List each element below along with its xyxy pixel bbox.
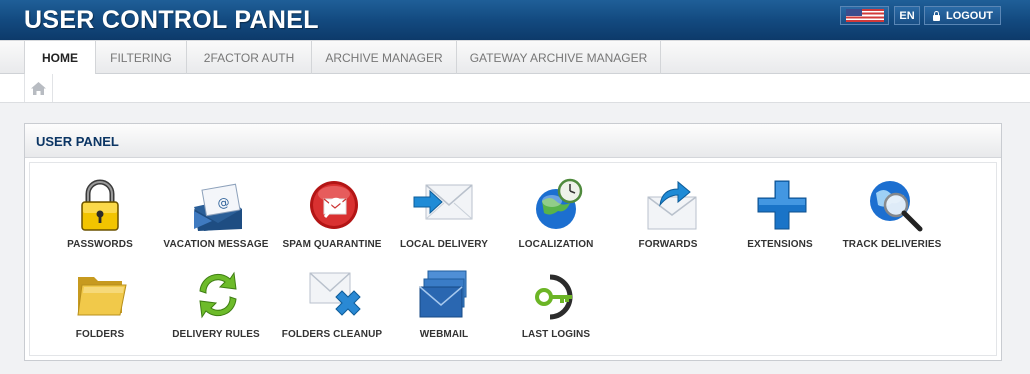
item-label: PASSWORDS xyxy=(67,239,133,250)
padlock-icon xyxy=(81,179,119,231)
panel-body: PASSWORDS @ VACATION MESSAGE SPAM QUARAN… xyxy=(29,162,997,356)
app-title: USER CONTROL PANEL xyxy=(24,6,319,34)
item-local-delivery[interactable]: LOCAL DELIVERY xyxy=(384,177,504,257)
main-tabs: HOME FILTERING 2FACTOR AUTH ARCHIVE MANA… xyxy=(0,40,1030,75)
item-delivery-rules[interactable]: DELIVERY RULES xyxy=(156,267,276,347)
recycle-arrows-icon xyxy=(199,271,237,319)
breadcrumb-home[interactable] xyxy=(24,74,53,102)
item-last-logins[interactable]: LAST LOGINS xyxy=(496,267,616,347)
home-icon xyxy=(31,81,46,95)
item-label: LOCAL DELIVERY xyxy=(399,239,489,250)
item-passwords[interactable]: PASSWORDS xyxy=(40,177,160,257)
item-label: SPAM QUARANTINE xyxy=(282,239,382,250)
logout-button[interactable]: LOGOUT xyxy=(924,6,1001,25)
panel-header: USER PANEL xyxy=(25,124,1001,158)
item-extensions[interactable]: EXTENSIONS xyxy=(720,177,840,257)
webmail-icon xyxy=(419,270,467,318)
item-label: WEBMAIL xyxy=(419,329,469,340)
item-label: FOLDERS CLEANUP xyxy=(281,329,383,340)
item-localization[interactable]: LOCALIZATION xyxy=(496,177,616,257)
tab-2factor-auth[interactable]: 2FACTOR AUTH xyxy=(187,41,312,74)
language-button[interactable]: EN xyxy=(894,6,920,25)
item-folders-cleanup[interactable]: FOLDERS CLEANUP xyxy=(272,267,392,347)
item-label: TRACK DELIVERIES xyxy=(842,239,942,250)
item-folders[interactable]: FOLDERS xyxy=(40,267,160,347)
local-delivery-icon xyxy=(413,184,473,220)
tab-home[interactable]: HOME xyxy=(24,41,96,75)
item-vacation-message[interactable]: @ VACATION MESSAGE xyxy=(156,177,276,257)
app-header: USER CONTROL PANEL EN LOGOUT xyxy=(0,0,1030,40)
item-track-deliveries[interactable]: TRACK DELIVERIES xyxy=(832,177,952,257)
item-label: LOCALIZATION xyxy=(518,239,594,250)
breadcrumb xyxy=(0,74,1030,103)
item-label: FOLDERS xyxy=(75,329,125,340)
item-label: EXTENSIONS xyxy=(747,239,813,250)
language-flag-button[interactable] xyxy=(840,6,889,25)
user-panel: USER PANEL PASSWORDS @ VACATION MESSAGE … xyxy=(24,123,1002,361)
item-webmail[interactable]: WEBMAIL xyxy=(384,267,504,347)
tab-filtering[interactable]: FILTERING xyxy=(96,41,187,74)
item-label: DELIVERY RULES xyxy=(172,329,260,340)
forward-mail-icon xyxy=(647,180,697,230)
spam-quarantine-icon xyxy=(310,181,358,229)
tab-gateway-archive-manager[interactable]: GATEWAY ARCHIVE MANAGER xyxy=(457,41,661,74)
us-flag-icon xyxy=(845,9,884,22)
key-icon xyxy=(535,274,573,320)
lock-icon xyxy=(932,10,941,21)
item-label: VACATION MESSAGE xyxy=(163,239,269,250)
svg-text:@: @ xyxy=(216,195,230,211)
item-label: FORWARDS xyxy=(638,239,698,250)
panel-title: USER PANEL xyxy=(36,134,119,149)
globe-magnifier-icon xyxy=(870,181,923,232)
globe-clock-icon xyxy=(536,178,583,229)
item-spam-quarantine[interactable]: SPAM QUARANTINE xyxy=(272,177,392,257)
folder-icon xyxy=(77,277,127,316)
mail-delete-icon xyxy=(309,272,361,316)
vacation-mail-icon: @ xyxy=(194,183,242,231)
logout-label: LOGOUT xyxy=(945,9,994,22)
item-label: LAST LOGINS xyxy=(521,329,591,340)
plus-icon xyxy=(757,180,807,230)
item-forwards[interactable]: FORWARDS xyxy=(608,177,728,257)
tab-archive-manager[interactable]: ARCHIVE MANAGER xyxy=(312,41,457,74)
